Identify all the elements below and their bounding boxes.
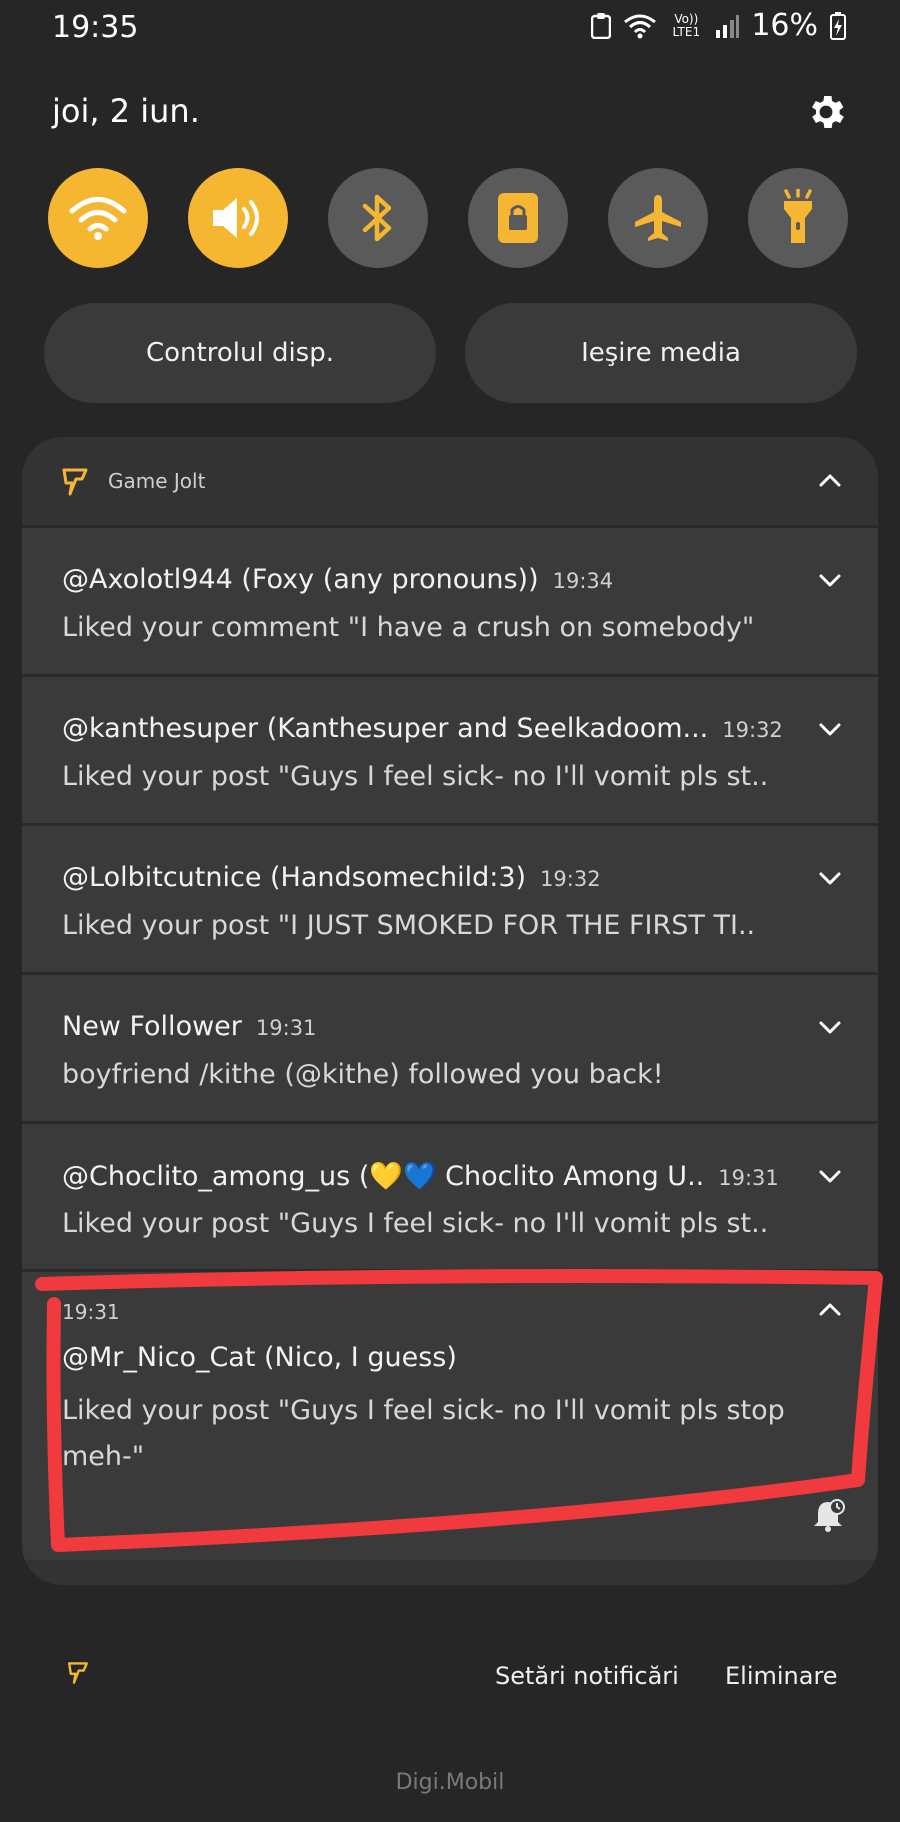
speaker-icon [213,198,259,238]
notification-body: Liked your comment "I have a crush on so… [62,612,755,643]
notification-title-line: @Axolotl944 (Foxy (any pronouns)) 19:34 [62,564,613,595]
status-time: 19:35 [52,10,139,45]
portrait-lock-icon [498,193,538,243]
date-label: joi, 2 iun. [52,92,200,130]
flashlight-toggle[interactable] [748,168,848,268]
flashlight-icon [784,189,812,243]
game-jolt-logo-icon [62,468,88,496]
chevron-down-icon[interactable] [816,1162,844,1190]
chevron-down-icon[interactable] [816,864,844,892]
settings-gear-icon[interactable] [804,90,848,134]
battery-percent: 16% [751,8,818,43]
rotation-lock-toggle[interactable] [468,168,568,268]
notification-body: Liked your post "Guys I feel sick- no I'… [62,1395,785,1472]
notification-time: 19:31 [255,1016,317,1040]
airplane-toggle[interactable] [608,168,708,268]
media-output-label: Ieşire media [581,338,741,368]
notification-body: Liked your post "Guys I feel sick- no I'… [62,1208,769,1239]
notification-settings-button[interactable]: Setări notificări [495,1662,679,1690]
notification-time: 19:34 [552,569,614,593]
snooze-bell-icon[interactable] [810,1498,846,1534]
chevron-up-icon[interactable] [816,467,844,495]
chevron-down-icon[interactable] [816,1013,844,1041]
notification-title-line: @kanthesuper (Kanthesuper and Seelkadoom… [62,713,783,744]
notification-item[interactable]: New Follower 19:31 boyfriend /kithe (@kit… [22,972,878,1121]
notification-title: @Mr_Nico_Cat (Nico, I guess) [62,1342,457,1373]
notification-item[interactable]: @Axolotl944 (Foxy (any pronouns)) 19:34 L… [22,525,878,674]
notification-title: @Lolbitcutnice (Handsomechild:3) [62,862,527,893]
bluetooth-icon [362,194,392,242]
notification-body: Liked your post "I JUST SMOKED FOR THE F… [62,910,756,941]
app-group-header[interactable]: Game Jolt [22,437,878,525]
notification-item[interactable]: @Lolbitcutnice (Handsomechild:3) 19:32 Li… [22,823,878,972]
notification-title: New Follower [62,1011,242,1042]
notification-group: Game Jolt @Axolotl944 (Foxy (any pronoun… [22,437,878,1585]
sound-toggle[interactable] [188,168,288,268]
game-jolt-logo-icon [68,1662,88,1684]
clipboard-icon [591,12,612,39]
notification-time: 19:32 [540,867,601,891]
device-control-label: Controlul disp. [146,338,334,368]
chevron-down-icon[interactable] [816,566,844,594]
network-label: Vo)) LTE1 [672,11,701,39]
notification-title: @Axolotl944 (Foxy (any pronouns)) [62,564,539,595]
chevron-up-icon[interactable] [816,1296,844,1324]
battery-charging-icon [830,11,846,40]
notification-title-line: New Follower 19:31 [62,1011,316,1042]
media-output-button[interactable]: Ieşire media [465,303,857,403]
notification-item[interactable]: @Choclito_among_us (💛💙 Choclito Among U.… [22,1121,878,1270]
wifi-icon [69,197,127,240]
notification-action-bar: Setări notificări Eliminare [0,1636,900,1724]
device-control-button[interactable]: Controlul disp. [44,303,436,403]
notification-title-line: @Lolbitcutnice (Handsomechild:3) 19:32 [62,862,601,893]
airplane-icon [635,195,681,241]
carrier-label: Digi.Mobil [395,1770,505,1795]
notification-body: boyfriend /kithe (@kithe) followed you b… [62,1059,664,1090]
wifi-status-icon [624,14,657,38]
notification-time: 19:31 [62,1300,120,1324]
notification-item[interactable]: @kanthesuper (Kanthesuper and Seelkadoom… [22,674,878,823]
notification-body: Liked your post "Guys I feel sick- no I'… [62,761,769,792]
status-icons: Vo)) LTE1 16% [591,8,846,43]
clear-all-button[interactable]: Eliminare [725,1662,838,1690]
notification-title: @Choclito_among_us (💛💙 Choclito Among U.… [62,1161,705,1192]
notification-title: @kanthesuper (Kanthesuper and Seelkadoom… [62,713,709,744]
signal-icon [716,14,740,38]
notification-time: 19:32 [722,718,783,742]
notification-title-line: @Choclito_among_us (💛💙 Choclito Among U.… [62,1160,779,1192]
app-name: Game Jolt [108,469,206,493]
bluetooth-toggle[interactable] [328,168,428,268]
chevron-down-icon[interactable] [816,715,844,743]
notification-time: 19:31 [718,1166,779,1190]
wifi-toggle[interactable] [48,168,148,268]
expanded-notification[interactable]: 19:31 @Mr_Nico_Cat (Nico, I guess) Liked… [22,1269,878,1560]
